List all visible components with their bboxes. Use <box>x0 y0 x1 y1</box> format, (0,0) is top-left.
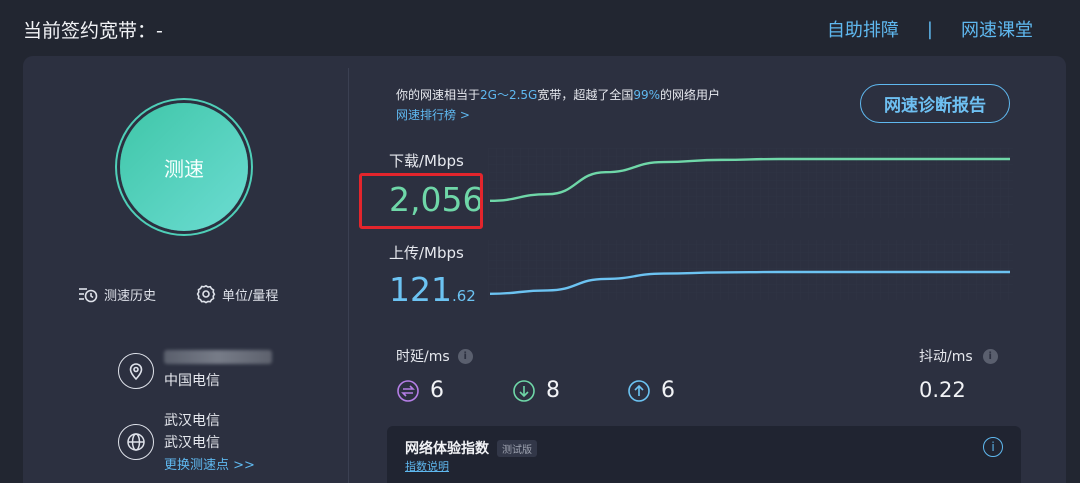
summary-percent: 99% <box>633 88 661 102</box>
history-icon <box>79 288 98 303</box>
jitter-info-icon[interactable]: i <box>982 348 998 364</box>
masked-ip-address <box>164 350 272 364</box>
summary-range: 2G～2.5G <box>480 88 538 102</box>
isp-name: 中国电信 <box>164 373 220 389</box>
summary-middle: 宽带，超越了全国 <box>537 88 634 102</box>
location-pin-icon <box>129 363 143 381</box>
globe-icon <box>127 432 145 451</box>
download-label: 下载/Mbps <box>389 152 464 170</box>
contract-bandwidth-title: 当前签约宽带：- <box>23 20 163 42</box>
column-divider <box>348 68 349 483</box>
idle-latency: 6 <box>396 378 444 403</box>
experience-index-card: 网络体验指数 测试版 指数说明 i <box>387 426 1021 483</box>
link-separator: | <box>926 18 933 40</box>
speed-curve-chart <box>488 148 1013 300</box>
globe-icon-wrap <box>118 423 154 460</box>
index-explain-link[interactable]: 指数说明 <box>405 458 449 474</box>
units-label: 单位/量程 <box>222 288 279 304</box>
top-links: 自助排障 | 网速课堂 <box>827 16 1033 42</box>
upload-latency-value: 6 <box>661 378 675 403</box>
upload-value-dec: .62 <box>452 287 476 305</box>
start-speedtest-button[interactable]: 测速 <box>120 103 248 231</box>
self-help-link[interactable]: 自助排障 <box>827 16 899 42</box>
experience-title-row: 网络体验指数 测试版 <box>405 438 537 458</box>
latency-info-icon[interactable]: i <box>457 348 473 364</box>
latency-label: 时延/ms <box>396 349 450 365</box>
experience-info-icon[interactable]: i <box>983 437 1003 457</box>
change-node-link[interactable]: 更换测速点 >> <box>164 454 255 473</box>
isp-info: 中国电信 <box>118 350 272 392</box>
history-button[interactable]: 测速历史 <box>78 284 156 304</box>
node-line2: 武汉电信 <box>164 435 220 451</box>
summary-suffix: 的网络用户 <box>660 88 721 102</box>
arrow-down-icon <box>513 379 535 402</box>
highlight-box <box>359 173 483 229</box>
upload-value-int: 121 <box>389 270 452 309</box>
upload-latency: 6 <box>627 378 675 403</box>
history-label: 测速历史 <box>104 288 157 304</box>
gear-icon <box>196 284 216 304</box>
speed-class-link[interactable]: 网速课堂 <box>961 16 1033 42</box>
speedtest-panel: 测速 测速历史 单位/量程 中国电信 武汉电信 武汉电信 更换测速点 >> 你的… <box>23 56 1066 483</box>
speed-summary: 你的网速相当于2G～2.5G宽带，超越了全国99%的网络用户 <box>396 86 720 103</box>
latency-label-row: 时延/ms i <box>396 346 473 366</box>
left-tools: 测速历史 单位/量程 <box>78 284 278 304</box>
experience-title: 网络体验指数 <box>405 441 489 457</box>
idle-latency-value: 6 <box>430 378 444 403</box>
test-node-info: 武汉电信 武汉电信 更换测速点 >> <box>118 410 255 473</box>
download-latency-value: 8 <box>546 378 560 403</box>
node-line1: 武汉电信 <box>164 413 220 429</box>
location-icon-wrap <box>118 353 154 389</box>
beta-badge: 测试版 <box>497 439 537 457</box>
upload-grid <box>488 240 1013 300</box>
jitter-value: 0.22 <box>919 378 966 402</box>
summary-prefix: 你的网速相当于 <box>396 88 481 102</box>
jitter-label: 抖动/ms <box>919 349 973 365</box>
jitter-label-row: 抖动/ms i <box>919 346 998 366</box>
swap-icon <box>397 379 419 402</box>
download-latency: 8 <box>512 378 560 403</box>
diagnosis-report-button[interactable]: 网速诊断报告 <box>860 84 1010 123</box>
speed-ranking-link[interactable]: 网速排行榜 > <box>396 106 470 123</box>
upload-value: 121.62 <box>389 270 476 309</box>
units-button[interactable]: 单位/量程 <box>196 284 278 304</box>
upload-label: 上传/Mbps <box>389 244 464 262</box>
arrow-up-icon <box>628 379 650 402</box>
